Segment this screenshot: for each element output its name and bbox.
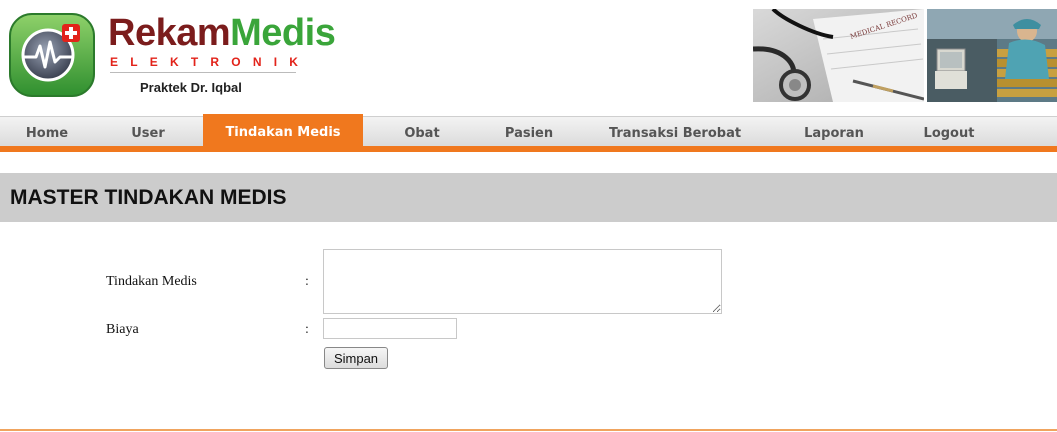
simpan-button[interactable]: Simpan (324, 347, 388, 369)
biaya-colon: : (305, 322, 309, 337)
logo-letter: N (252, 55, 262, 69)
site-header: RekamMedis E L E K T R O N I K Praktek D… (0, 0, 1057, 112)
heart-monitor-logo-icon (9, 13, 95, 97)
practice-name: Praktek Dr. Iqbal (140, 80, 242, 95)
logo-title-part1: Rekam (108, 12, 231, 54)
logo-title-part2: Medis (230, 12, 336, 54)
logo-letter: R (210, 55, 220, 69)
logo-letter: K (289, 55, 298, 69)
logo-divider (110, 72, 296, 73)
footer-divider (0, 429, 1057, 431)
nav-accent-bar (0, 146, 1057, 152)
logo-letter: I (273, 55, 278, 69)
main-nav: Home User Tindakan Medis Obat Pasien Tra… (0, 114, 1057, 151)
logo-letter: T (190, 55, 199, 69)
page-title: MASTER TINDAKAN MEDIS (10, 186, 287, 209)
logo-letter: E (110, 55, 119, 69)
logo-title: RekamMedis (108, 12, 336, 54)
records-archive-image (927, 9, 1057, 102)
logo-letter: O (231, 55, 241, 69)
tindakan-medis-textarea[interactable] (323, 249, 722, 314)
logo-subtitle: E L E K T R O N I K (110, 55, 298, 69)
biaya-input[interactable] (323, 318, 457, 339)
tindakan-medis-colon: : (305, 274, 309, 289)
tindakan-medis-label: Tindakan Medis (106, 274, 197, 289)
logo-letter: E (149, 55, 158, 69)
page-title-bar: MASTER TINDAKAN MEDIS (0, 173, 1057, 222)
biaya-label: Biaya (106, 322, 139, 337)
logo-letter: L (130, 55, 138, 69)
stethoscope-medical-record-image: MEDICAL RECORD (753, 9, 924, 102)
logo-letter: K (169, 55, 179, 69)
